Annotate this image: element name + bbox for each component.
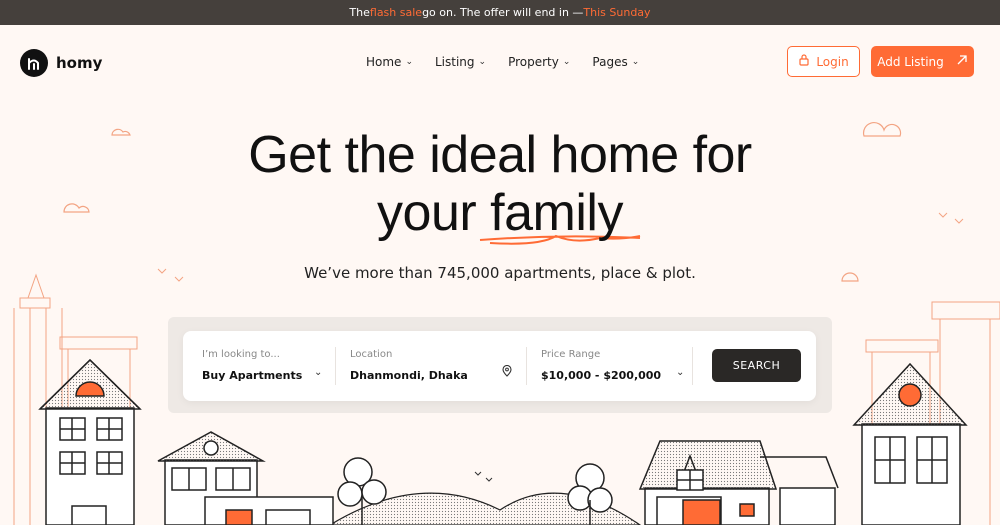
location-pin-icon[interactable] <box>502 364 512 380</box>
hero-title-highlight: family <box>490 184 623 242</box>
looking-to-label: I’m looking to... <box>202 349 280 360</box>
nav-item-pages[interactable]: Pages ⌄ <box>592 55 639 69</box>
flash-sale-highlight: flash sale <box>369 6 423 19</box>
site-header: homy Home ⌄ Listing ⌄ Property ⌄ Pages ⌄… <box>0 25 1000 100</box>
nav-item-home[interactable]: Home ⌄ <box>366 55 413 69</box>
location-value: Dhanmondi, Dhaka <box>350 369 468 382</box>
location-input[interactable]: Location Dhanmondi, Dhaka <box>350 331 510 401</box>
chevron-down-icon[interactable]: ⌄ <box>676 367 684 378</box>
search-form: I’m looking to... Buy Apartments ⌄ Locat… <box>183 331 816 401</box>
search-button[interactable]: SEARCH <box>712 349 801 382</box>
price-range-label: Price Range <box>541 349 601 360</box>
field-divider <box>335 347 336 385</box>
hero-title-line2-pre: your <box>377 184 491 242</box>
hero-title-line1: Get the ideal home for <box>248 126 752 184</box>
nav-item-label: Property <box>508 55 559 69</box>
flash-sale-bar: The flash sale go on. The offer will end… <box>0 0 1000 25</box>
nav-item-listing[interactable]: Listing ⌄ <box>435 55 486 69</box>
hero-subtitle: We’ve more than 745,000 apartments, plac… <box>304 264 696 282</box>
looking-to-select[interactable]: I’m looking to... Buy Apartments <box>202 331 332 401</box>
chevron-down-icon: ⌄ <box>631 57 640 67</box>
hero-title: Get the ideal home for your family <box>0 126 1000 242</box>
nav-item-property[interactable]: Property ⌄ <box>508 55 570 69</box>
logo-icon <box>20 49 48 77</box>
looking-to-value: Buy Apartments <box>202 369 303 382</box>
field-divider <box>692 347 693 385</box>
login-icon <box>798 54 810 69</box>
main-nav: Home ⌄ Listing ⌄ Property ⌄ Pages ⌄ <box>366 55 639 69</box>
login-button[interactable]: Login <box>787 46 860 77</box>
brand-name: homy <box>56 54 103 72</box>
price-range-select[interactable]: Price Range $10,000 - $200,000 <box>541 331 681 401</box>
chevron-down-icon: ⌄ <box>405 57 413 67</box>
location-label: Location <box>350 349 393 360</box>
price-range-value: $10,000 - $200,000 <box>541 369 662 382</box>
nav-item-label: Pages <box>592 55 628 69</box>
flash-deadline: This Sunday <box>583 6 651 19</box>
nav-item-label: Home <box>366 55 402 69</box>
chevron-down-icon[interactable]: ⌄ <box>314 367 322 378</box>
flash-text-mid: go on. The offer will end in — <box>422 6 584 19</box>
nav-item-label: Listing <box>434 55 475 69</box>
arrow-up-right-icon <box>956 54 968 69</box>
chevron-down-icon: ⌄ <box>478 57 487 67</box>
brand-logo[interactable]: homy <box>20 49 102 77</box>
add-listing-button[interactable]: Add Listing <box>871 46 974 77</box>
field-divider <box>526 347 527 385</box>
add-listing-label: Add Listing <box>877 54 944 69</box>
flash-text-pre: The <box>349 6 370 19</box>
chevron-down-icon: ⌄ <box>562 57 571 67</box>
login-label: Login <box>816 54 849 69</box>
